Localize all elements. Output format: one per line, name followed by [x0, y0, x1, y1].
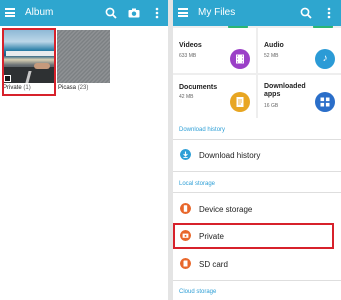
sd-card-label: SD card [199, 260, 228, 269]
category-name: Videos [179, 42, 202, 49]
section-header-local-storage: Local storage [179, 181, 216, 187]
divider [173, 139, 341, 140]
download-history-row[interactable]: Download history [173, 143, 341, 167]
section-header-cloud-storage: Cloud storage [179, 289, 217, 295]
menu-icon[interactable] [178, 8, 188, 17]
sd-card-icon [180, 258, 191, 269]
device-storage-label: Device storage [199, 205, 253, 214]
album-name: Picasa [58, 85, 77, 91]
download-icon [180, 149, 191, 160]
highlight-box-private-storage [173, 223, 334, 249]
category-name: Downloaded apps [264, 83, 306, 98]
album-thumbnail-picasa[interactable] [57, 30, 110, 83]
menu-icon[interactable] [5, 8, 15, 17]
category-audio[interactable]: Audio 52 MB ♪ [258, 28, 341, 73]
album-app-bar: Album [0, 0, 168, 26]
divider [173, 192, 341, 193]
apps-icon [315, 92, 335, 112]
album-label-picasa: Picasa (23) [58, 85, 88, 91]
device-storage-row[interactable]: Device storage [173, 197, 341, 221]
category-downloaded-apps[interactable]: Downloaded apps 16 GB [258, 75, 341, 120]
divider [173, 280, 341, 281]
my-files-panel: My Files Videos 633 MB Audio 52 MB ♪ Doc… [173, 0, 341, 300]
music-icon: ♪ [315, 49, 335, 69]
category-size: 16 GB [264, 103, 279, 109]
sd-card-row[interactable]: SD card [173, 252, 341, 276]
my-files-app-bar: My Files [173, 0, 341, 26]
video-icon [230, 49, 250, 69]
highlight-box-private-album [2, 28, 56, 96]
category-documents[interactable]: Documents 42 MB [173, 75, 256, 120]
album-title: Album [25, 7, 54, 18]
divider [173, 171, 341, 172]
download-history-label: Download history [199, 151, 261, 160]
more-vert-icon[interactable] [150, 6, 164, 20]
my-files-title: My Files [198, 7, 236, 18]
phone-icon [180, 203, 191, 214]
document-icon [230, 92, 250, 112]
section-header-download-history: Download history [179, 127, 226, 133]
more-vert-icon[interactable] [322, 6, 336, 20]
category-size: 42 MB [179, 94, 194, 100]
album-panel: Album Private (1) Picasa (23) [0, 0, 168, 300]
category-name: Audio [264, 42, 284, 49]
search-icon[interactable] [299, 6, 313, 20]
category-videos[interactable]: Videos 633 MB [173, 28, 256, 73]
category-name: Documents [179, 84, 218, 91]
camera-icon[interactable] [127, 6, 141, 20]
album-count: (23) [77, 85, 89, 91]
search-icon[interactable] [104, 6, 118, 20]
category-size: 52 MB [264, 53, 279, 59]
category-size: 633 MB [179, 53, 197, 59]
category-grid: Videos 633 MB Audio 52 MB ♪ Documents 42… [173, 26, 341, 120]
